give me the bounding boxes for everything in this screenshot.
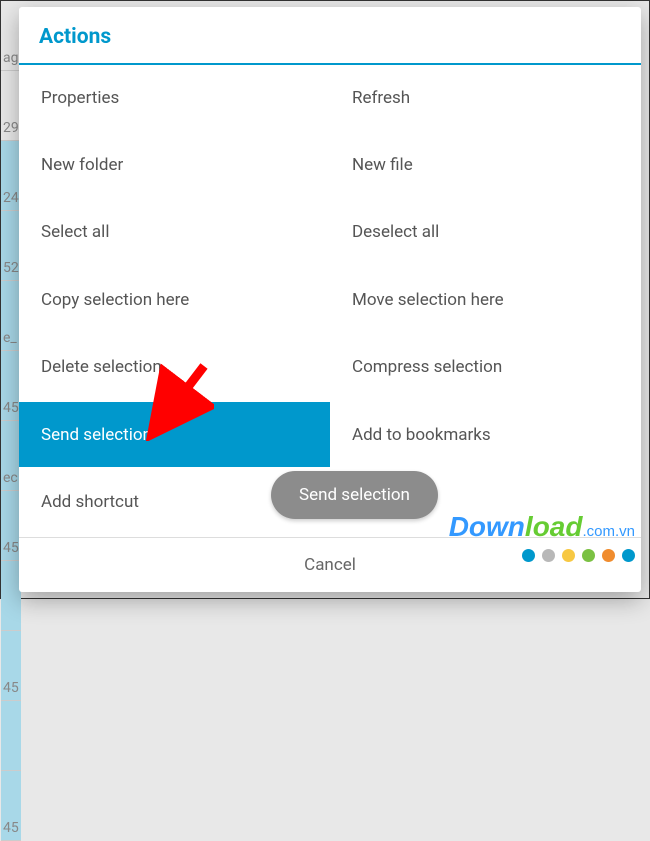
watermark: Download.com.vn: [449, 511, 635, 562]
menu-item-delete-selection[interactable]: Delete selection: [19, 335, 330, 400]
bg-row: 45: [1, 491, 21, 561]
dot-icon: [562, 549, 575, 562]
dialog-title: Actions: [19, 7, 641, 63]
actions-menu: PropertiesRefreshNew folderNew fileSelec…: [19, 65, 641, 537]
toast-send-selection: Send selection: [271, 471, 438, 519]
bg-row: 52: [1, 211, 21, 281]
menu-item-deselect-all[interactable]: Deselect all: [330, 200, 641, 265]
menu-item-refresh[interactable]: Refresh: [330, 65, 641, 130]
dot-icon: [522, 549, 535, 562]
dot-icon: [582, 549, 595, 562]
bg-row: 45: [1, 631, 21, 701]
menu-item-compress-selection[interactable]: Compress selection: [330, 335, 641, 400]
menu-item-move-selection-here[interactable]: Move selection here: [330, 267, 641, 332]
bg-row: 24: [1, 141, 21, 211]
menu-item-copy-selection-here[interactable]: Copy selection here: [19, 267, 330, 332]
menu-item-new-folder[interactable]: New folder: [19, 132, 330, 197]
bg-row: e_: [1, 281, 21, 351]
menu-item-add-to-bookmarks[interactable]: Add to bookmarks: [330, 402, 641, 467]
watermark-dots: [449, 549, 635, 562]
bg-row: [1, 701, 21, 771]
menu-item-properties[interactable]: Properties: [19, 65, 330, 130]
bg-row: [1, 561, 21, 631]
bg-row: 29: [1, 71, 21, 141]
watermark-text: Download.com.vn: [449, 511, 635, 543]
bg-row: 45: [1, 771, 21, 841]
menu-item-send-selection[interactable]: Send selection: [19, 402, 330, 467]
dot-icon: [622, 549, 635, 562]
dot-icon: [542, 549, 555, 562]
dot-icon: [602, 549, 615, 562]
menu-item-select-all[interactable]: Select all: [19, 200, 330, 265]
bg-row: 45: [1, 351, 21, 421]
bg-row: ec: [1, 421, 21, 491]
bg-row: ag: [1, 1, 21, 71]
background-list: ag292452e_45ec454545: [1, 1, 21, 598]
menu-item-new-file[interactable]: New file: [330, 132, 641, 197]
